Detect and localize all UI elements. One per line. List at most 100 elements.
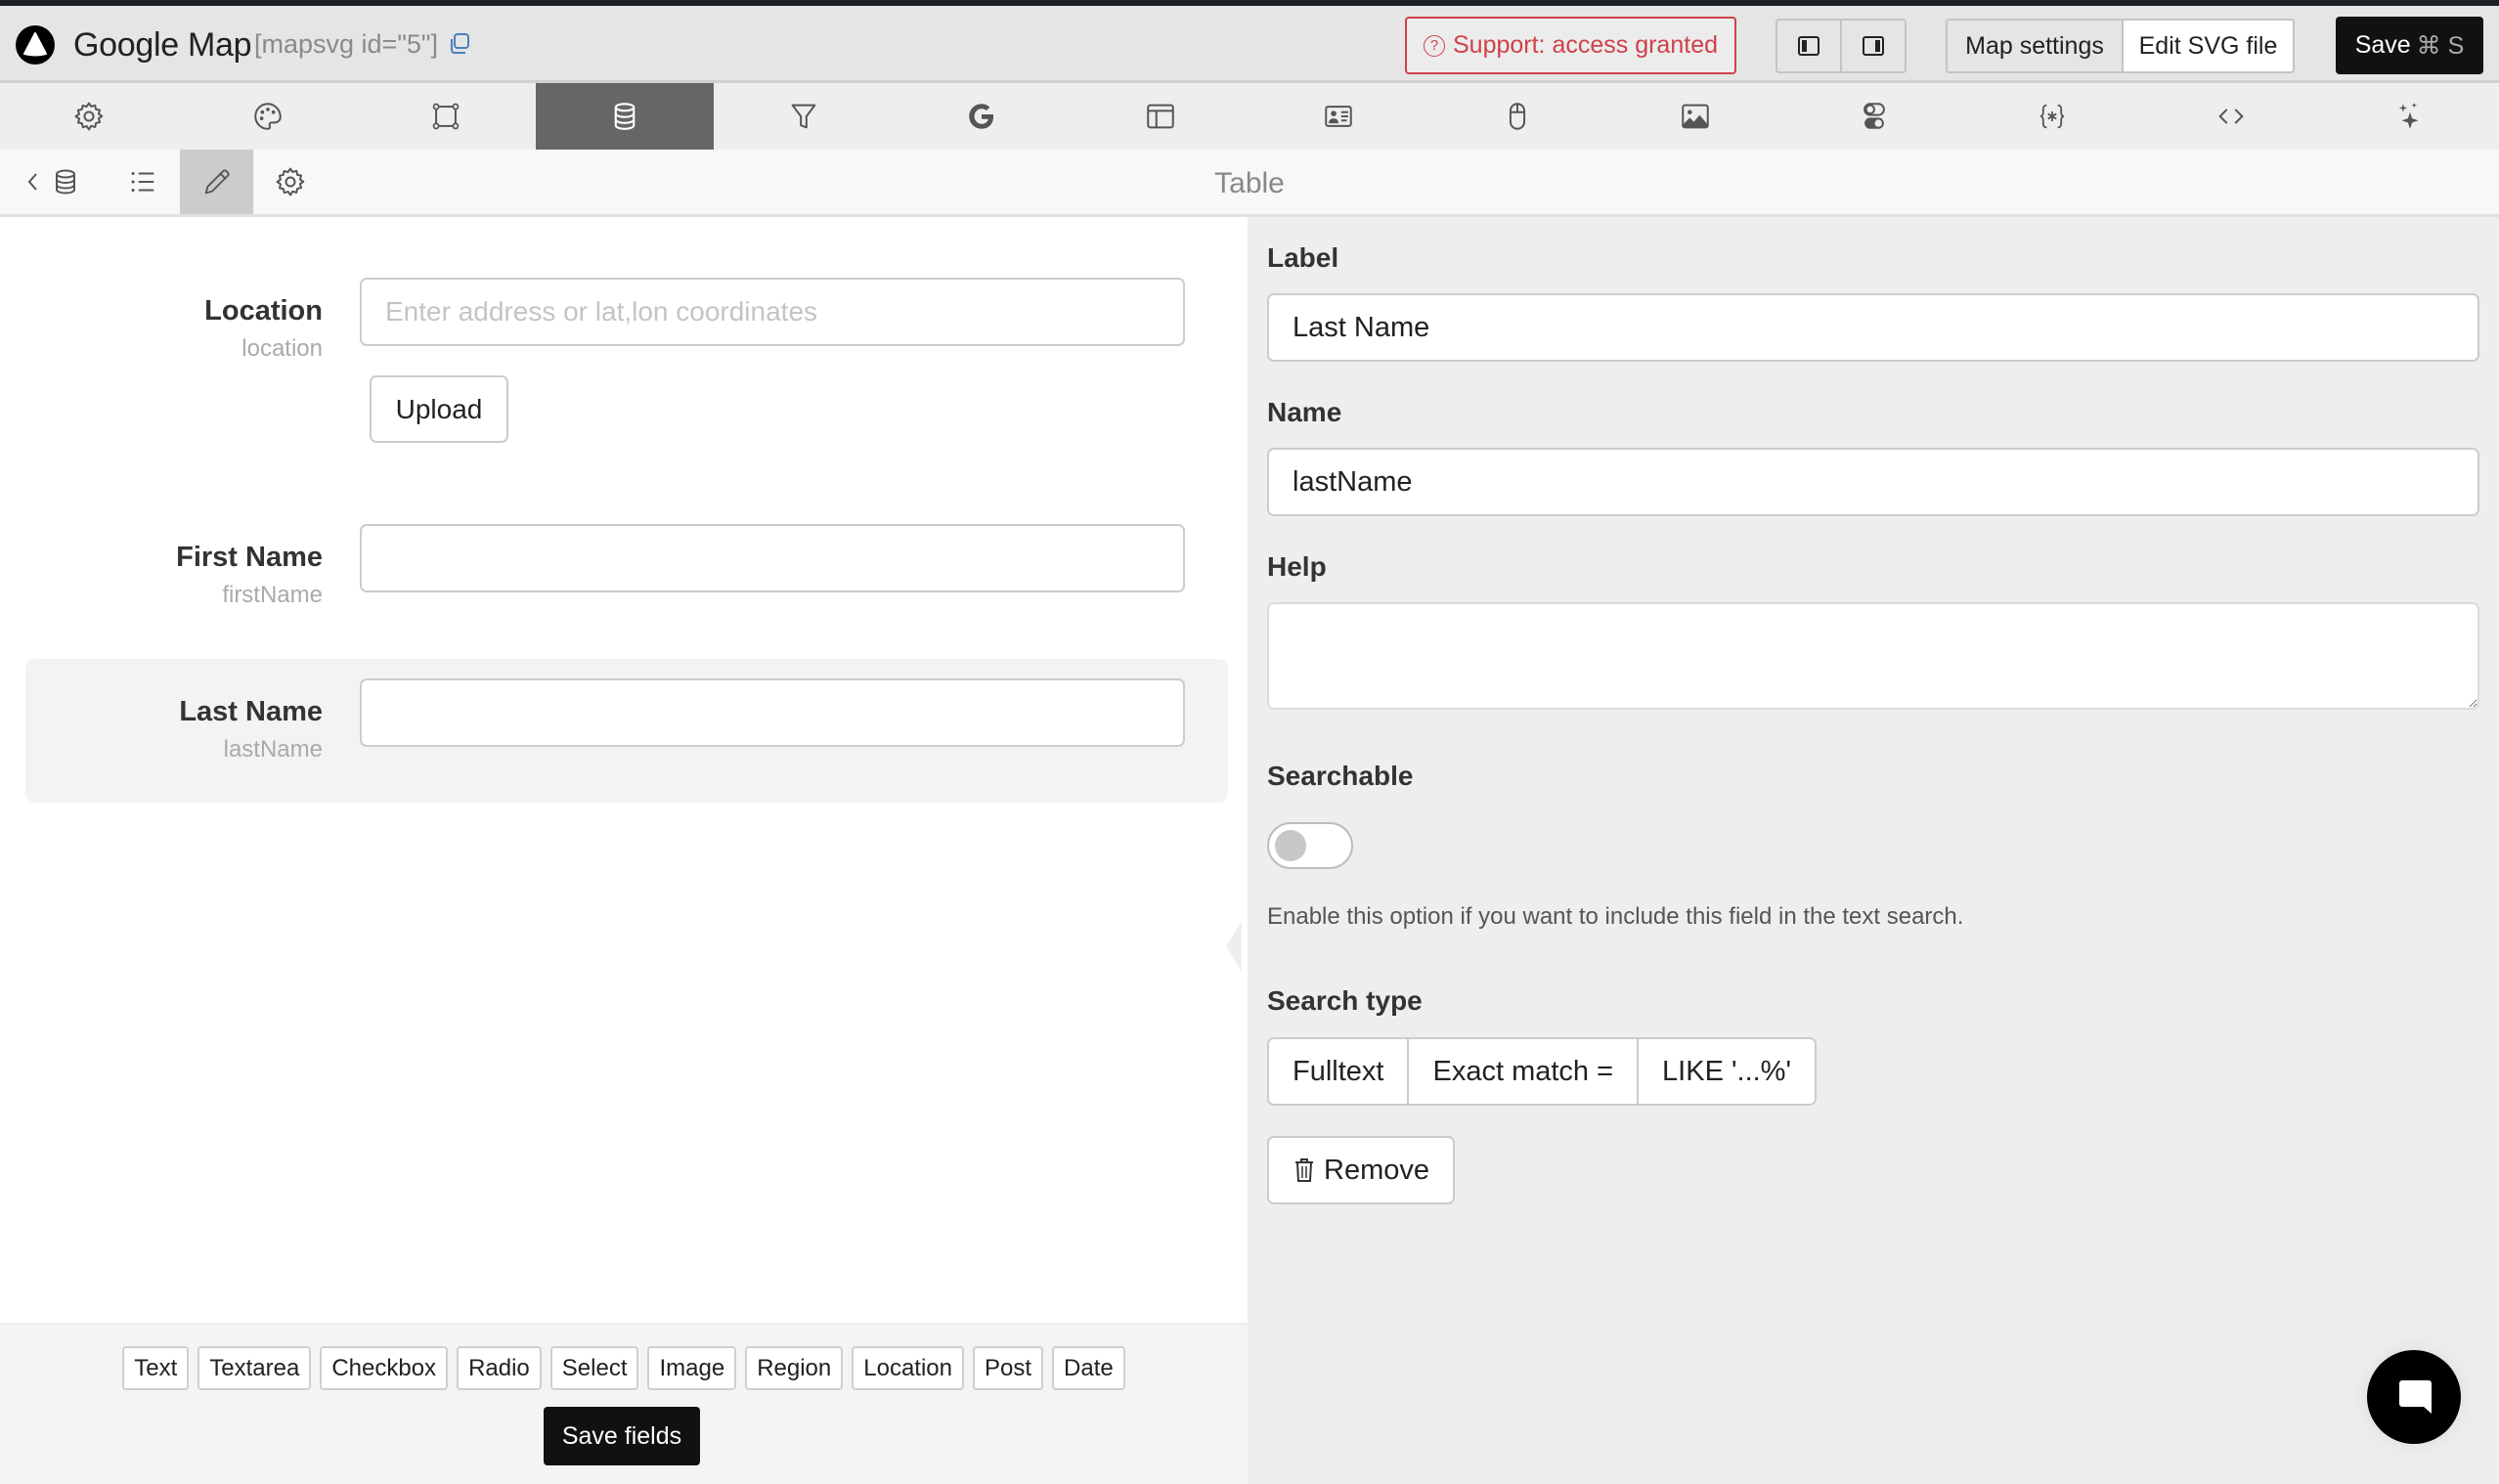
field-label: Location — [204, 295, 323, 327]
toolbar-colors[interactable] — [179, 83, 358, 150]
copy-icon[interactable] — [447, 31, 472, 57]
filter-icon — [791, 104, 815, 129]
searchable-toggle[interactable] — [1267, 822, 1353, 869]
help-textarea[interactable] — [1267, 602, 2479, 710]
search-type-exact-match[interactable]: Exact match = — [1407, 1039, 1637, 1104]
search-type-fulltext[interactable]: Fulltext — [1269, 1039, 1407, 1104]
mapsvg-logo-icon — [16, 25, 55, 65]
add-date-field-button[interactable]: Date — [1052, 1346, 1125, 1390]
contact-card-icon — [1325, 106, 1352, 127]
mouse-icon — [1509, 103, 1525, 130]
section-title: Table — [1214, 167, 1285, 199]
main-icon-toolbar — [0, 83, 2499, 150]
back-database-icon — [27, 169, 75, 195]
panel-layout-toggle — [1776, 19, 1907, 73]
form-preview-pane: Location location Upload First Name firs… — [0, 217, 1248, 1323]
edit-svg-file-button[interactable]: Edit SVG file — [2124, 21, 2293, 71]
help-heading: Help — [1267, 551, 1327, 582]
app-title: Google Map — [73, 26, 252, 64]
form-field-location[interactable]: Location location Upload — [25, 237, 1228, 452]
support-label: Support: access granted — [1453, 31, 1718, 59]
field-label: First Name — [176, 542, 323, 573]
chat-icon — [2399, 1380, 2432, 1414]
toolbar-filters[interactable] — [714, 83, 893, 150]
list-view-button[interactable] — [106, 150, 180, 214]
code-icon — [2218, 109, 2244, 124]
add-field-bar: Text Textarea Checkbox Radio Select Imag… — [0, 1323, 1248, 1484]
add-post-field-button[interactable]: Post — [973, 1346, 1044, 1390]
database-sub-toolbar: Table — [0, 150, 2499, 217]
save-label: Save — [2354, 31, 2411, 59]
sparkles-icon — [2398, 102, 2419, 129]
shortcode-text: [mapsvg id="5"] — [254, 29, 439, 59]
upload-button[interactable]: Upload — [370, 375, 508, 443]
last-name-input[interactable] — [360, 678, 1185, 747]
first-name-input[interactable] — [360, 524, 1185, 592]
field-key: location — [241, 335, 323, 362]
map-settings-button[interactable]: Map settings — [1948, 21, 2124, 71]
toggle-knob — [1275, 830, 1306, 861]
google-icon — [969, 104, 994, 129]
toolbar-database[interactable] — [535, 83, 715, 150]
name-input[interactable] — [1267, 448, 2479, 516]
gear-icon — [276, 167, 305, 196]
edit-fields-button[interactable] — [180, 150, 253, 214]
search-type-like[interactable]: LIKE '...%' — [1637, 1039, 1815, 1104]
save-button[interactable]: Save ⌘ S — [2336, 17, 2483, 74]
field-key: firstName — [222, 582, 323, 608]
add-checkbox-field-button[interactable]: Checkbox — [320, 1346, 449, 1390]
field-type-buttons: Text Textarea Checkbox Radio Select Imag… — [0, 1346, 1248, 1390]
table-settings-button[interactable] — [253, 150, 328, 214]
selection-pointer — [1226, 921, 1242, 972]
toolbar-images[interactable] — [1606, 83, 1785, 150]
toolbar-actions[interactable] — [1428, 83, 1607, 150]
app-header: Google Map [mapsvg id="5"] ? Support: ac… — [0, 6, 2499, 83]
field-editor-pane: Label Name Help Searchable Enable this o… — [1248, 217, 2499, 1484]
field-key: lastName — [223, 736, 323, 763]
database-icon — [614, 103, 636, 130]
toolbar-layout[interactable] — [1071, 83, 1250, 150]
searchable-help-text: Enable this option if you want to includ… — [1267, 903, 1964, 930]
image-icon — [1682, 104, 1710, 129]
toolbar-ai[interactable] — [2320, 83, 2499, 150]
form-field-last-name[interactable]: Last Name lastName — [25, 659, 1228, 803]
support-access-button[interactable]: ? Support: access granted — [1405, 17, 1736, 74]
add-radio-field-button[interactable]: Radio — [457, 1346, 542, 1390]
left-panel-button[interactable] — [1777, 21, 1840, 71]
form-field-first-name[interactable]: First Name firstName — [25, 481, 1228, 628]
toolbar-google[interactable] — [893, 83, 1072, 150]
support-chat-button[interactable] — [2367, 1350, 2461, 1444]
toolbar-templates[interactable] — [1963, 83, 2142, 150]
field-label: Last Name — [179, 696, 323, 727]
name-heading: Name — [1267, 397, 1342, 427]
remove-field-button[interactable]: Remove — [1267, 1136, 1455, 1204]
variable-braces-icon — [2040, 104, 2065, 129]
save-shortcut: ⌘ S — [2416, 31, 2465, 60]
save-fields-button[interactable]: Save fields — [544, 1407, 700, 1465]
toolbar-toggles[interactable] — [1785, 83, 1964, 150]
toolbar-details[interactable] — [1250, 83, 1428, 150]
remove-label: Remove — [1324, 1154, 1429, 1186]
label-input[interactable] — [1267, 293, 2479, 362]
add-location-field-button[interactable]: Location — [852, 1346, 964, 1390]
toolbar-settings[interactable] — [0, 83, 179, 150]
add-region-field-button[interactable]: Region — [745, 1346, 844, 1390]
add-image-field-button[interactable]: Image — [647, 1346, 737, 1390]
list-icon — [131, 171, 154, 193]
label-heading: Label — [1267, 242, 1339, 273]
gear-icon — [74, 102, 104, 131]
layout-icon — [1146, 104, 1174, 129]
add-textarea-field-button[interactable]: Textarea — [197, 1346, 312, 1390]
search-type-selector: Fulltext Exact match = LIKE '...%' — [1267, 1037, 1818, 1106]
right-panel-button[interactable] — [1840, 21, 1905, 71]
toggles-icon — [1863, 103, 1885, 129]
searchable-heading: Searchable — [1267, 761, 1414, 791]
toolbar-code[interactable] — [2142, 83, 2321, 150]
back-to-database-button[interactable] — [18, 150, 86, 214]
toolbar-regions[interactable] — [357, 83, 536, 150]
sidebar-left-icon — [1798, 36, 1819, 56]
add-select-field-button[interactable]: Select — [549, 1346, 639, 1390]
add-text-field-button[interactable]: Text — [122, 1346, 190, 1390]
location-input[interactable] — [360, 278, 1185, 346]
sidebar-right-icon — [1863, 36, 1884, 56]
